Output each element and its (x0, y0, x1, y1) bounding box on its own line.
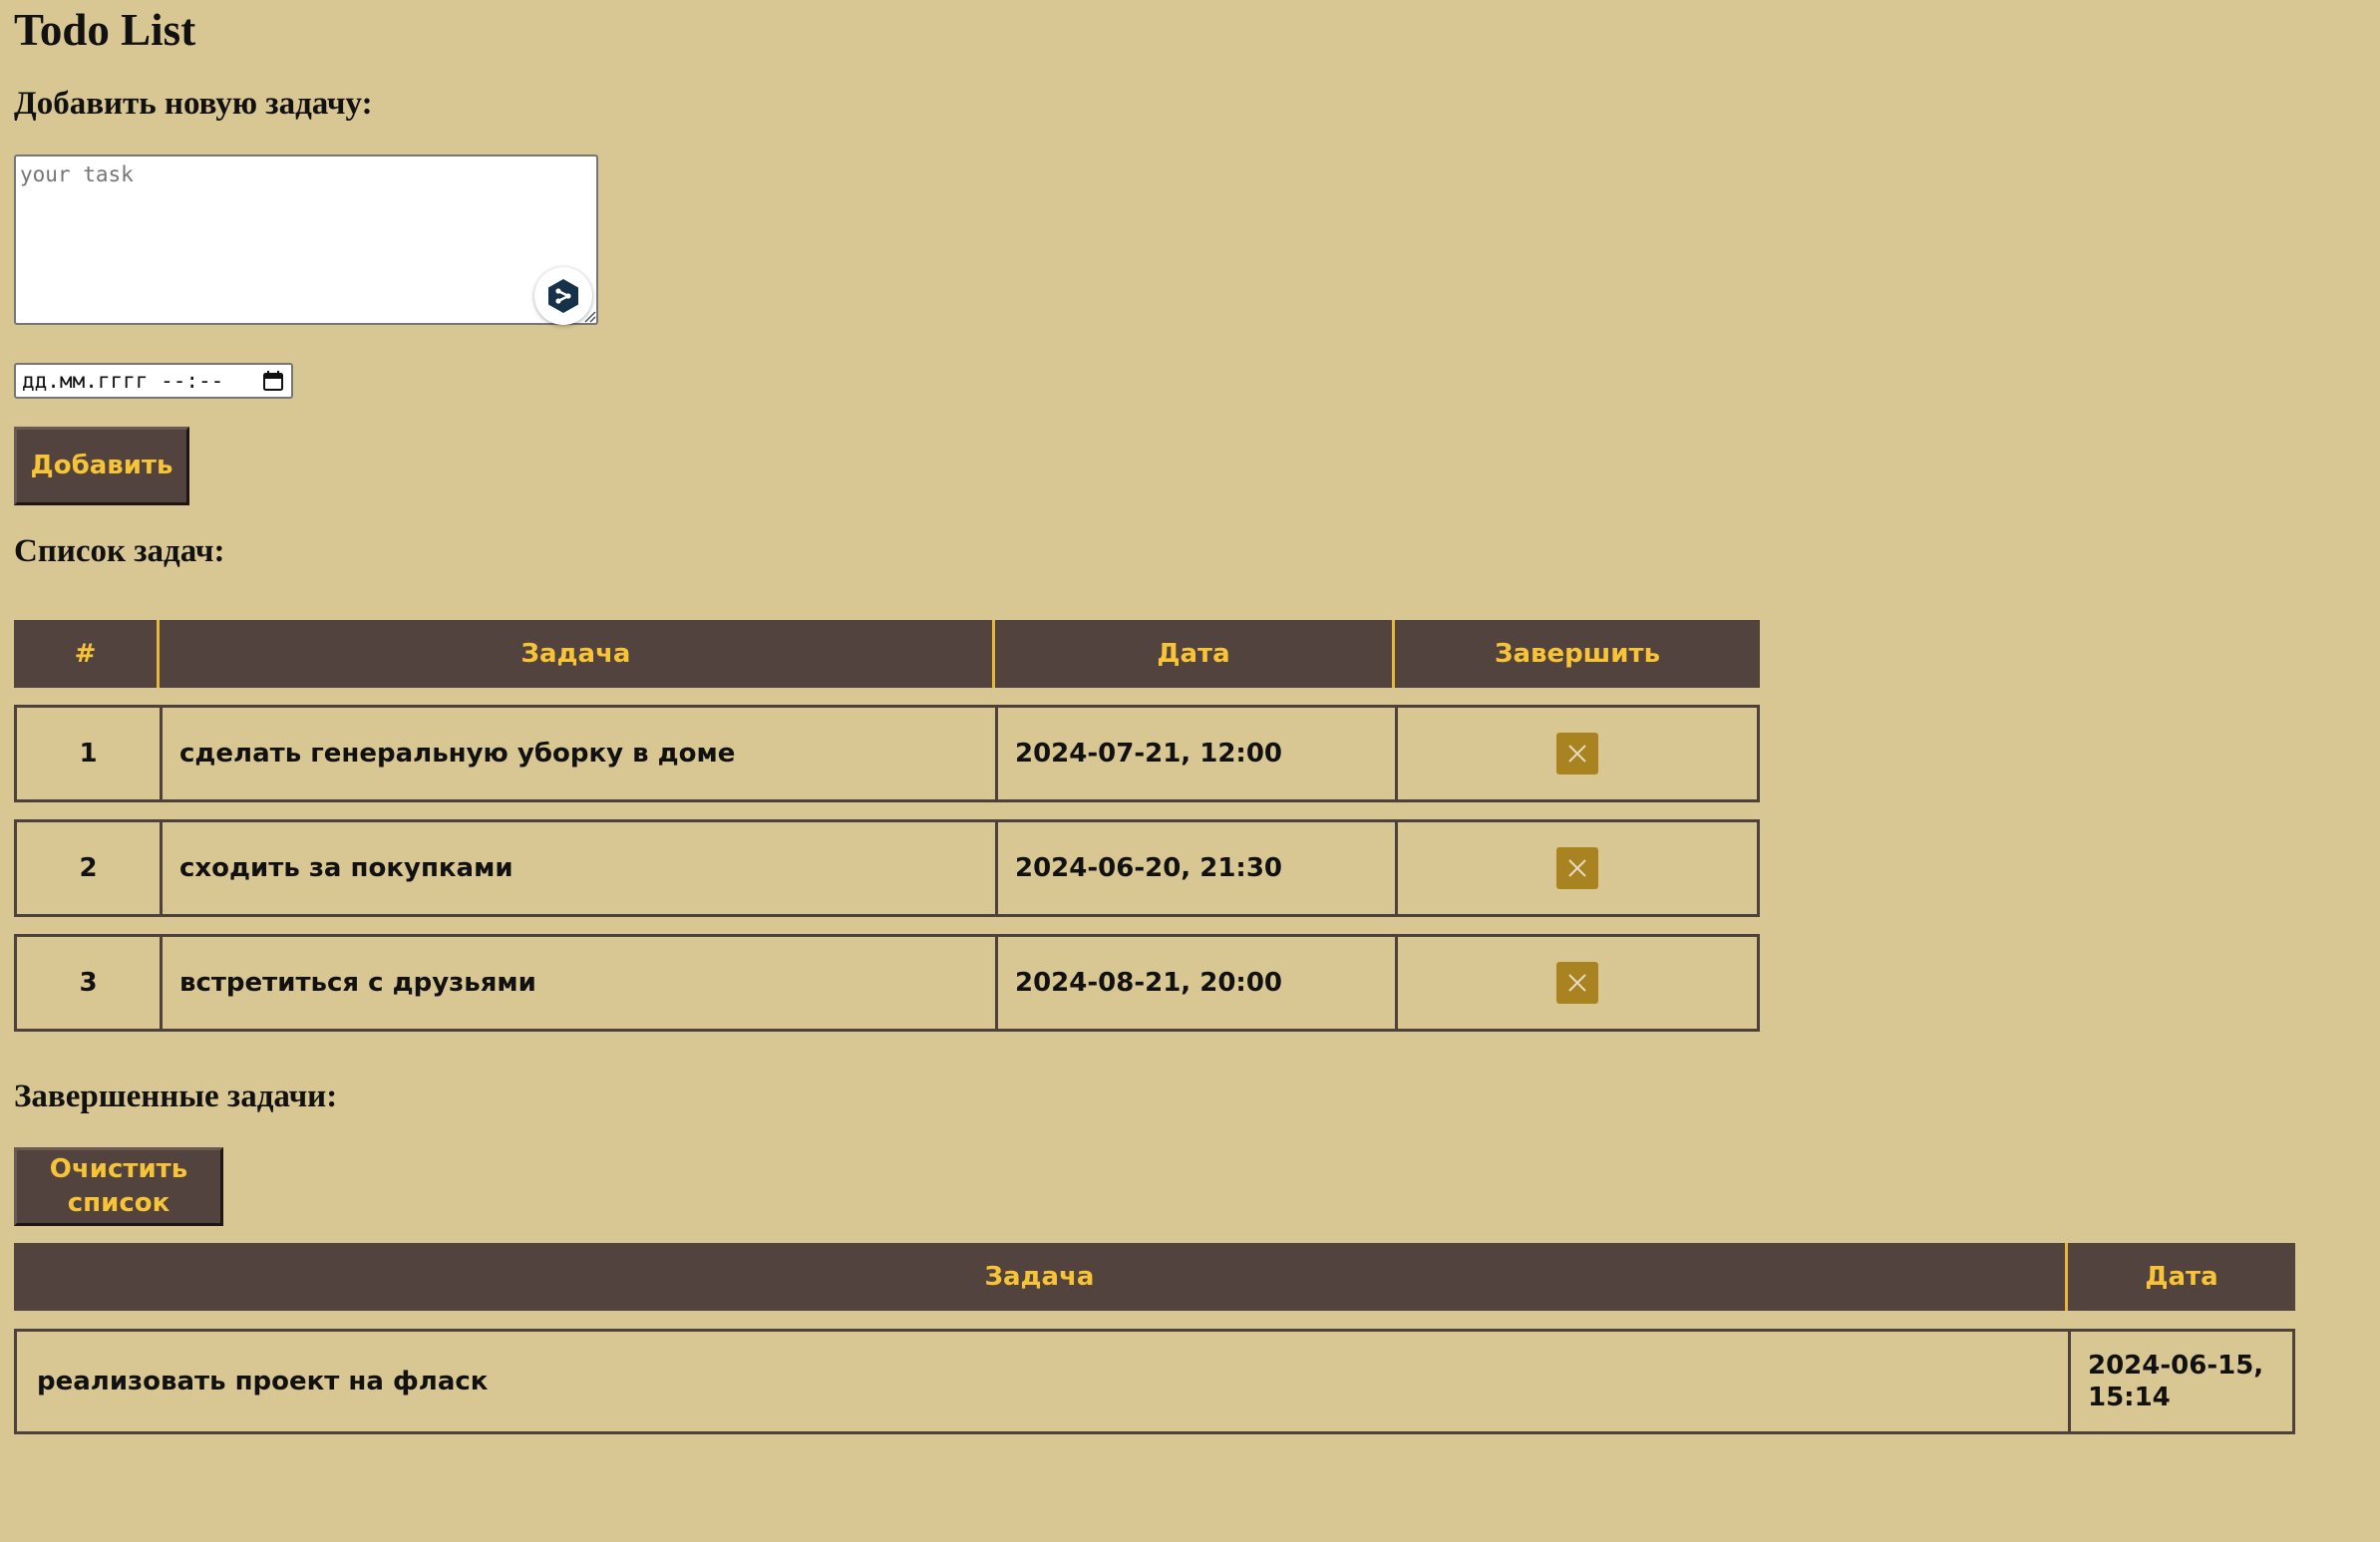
calendar-icon[interactable] (261, 369, 285, 393)
task-table-header: # Задача Дата Завершить (14, 620, 1760, 688)
close-icon (1568, 859, 1586, 877)
complete-task-button[interactable] (1556, 847, 1598, 889)
complete-cell (1398, 937, 1757, 1029)
column-header-date: Дата (2145, 1262, 2218, 1292)
completed-task-text: реализовать проект на фласк (17, 1332, 2071, 1431)
datetime-input[interactable]: дд.мм.гггг --:-- (14, 363, 293, 399)
task-number: 1 (17, 708, 163, 799)
table-row: реализовать проект на фласк 2024-06-15, … (14, 1329, 2295, 1434)
task-number: 3 (17, 937, 163, 1029)
task-text: встретиться с друзьями (163, 937, 998, 1029)
complete-task-button[interactable] (1556, 733, 1598, 774)
add-button[interactable]: Добавить (14, 427, 189, 505)
table-row: 2 сходить за покупками 2024-06-20, 21:30 (14, 819, 1760, 917)
datetime-placeholder: дд.мм.гггг --:-- (22, 369, 224, 393)
task-text: сходить за покупками (163, 822, 998, 914)
clear-list-button[interactable]: Очистить список (14, 1147, 223, 1226)
share-extension-icon[interactable] (534, 267, 592, 325)
complete-cell (1398, 822, 1757, 914)
column-header-task: Задача (14, 1243, 2068, 1311)
page-title: Todo List (14, 5, 196, 55)
task-date: 2024-07-21, 12:00 (998, 708, 1398, 799)
completed-task-date: 2024-06-15, 15:14 (2088, 1350, 2264, 1413)
complete-cell (1398, 708, 1757, 799)
table-row: 1 сделать генеральную уборку в доме 2024… (14, 705, 1760, 802)
task-text: сделать генеральную уборку в доме (163, 708, 998, 799)
add-task-heading: Добавить новую задачу: (14, 86, 373, 122)
column-header-date: Дата (995, 620, 1395, 688)
task-input[interactable] (14, 154, 598, 325)
completed-table-header: Задача Дата (14, 1243, 2295, 1311)
task-number: 2 (17, 822, 163, 914)
close-icon (1568, 745, 1586, 763)
task-date: 2024-08-21, 20:00 (998, 937, 1398, 1029)
task-list-heading: Список задач: (14, 533, 225, 569)
task-date: 2024-06-20, 21:30 (998, 822, 1398, 914)
column-header-task: Задача (160, 620, 995, 688)
completed-tasks-heading: Завершенные задачи: (14, 1079, 338, 1114)
column-header-number: # (14, 620, 160, 688)
column-header-complete: Завершить (1494, 639, 1661, 669)
complete-task-button[interactable] (1556, 962, 1598, 1004)
close-icon (1568, 974, 1586, 992)
table-row: 3 встретиться с друзьями 2024-08-21, 20:… (14, 934, 1760, 1032)
